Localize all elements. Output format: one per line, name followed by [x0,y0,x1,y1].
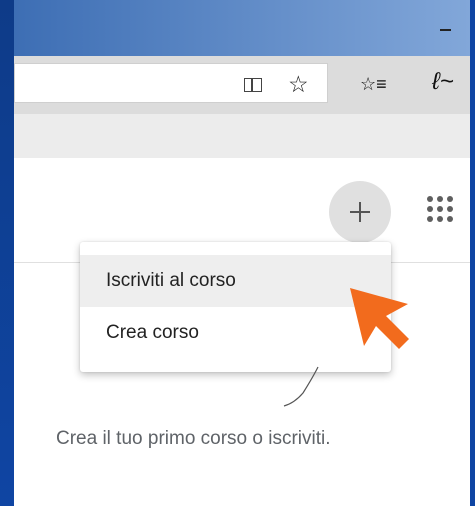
pen-icon[interactable]: ℓ~ [432,67,454,97]
apps-dot [427,216,433,222]
apps-dot [427,196,433,202]
empty-state-illustration [283,366,319,407]
minimize-icon [439,29,451,31]
reader-view-icon[interactable] [244,78,262,92]
menu-item-label: Crea corso [106,322,199,343]
apps-dot [447,216,453,222]
window-frame-right [470,0,475,506]
cursor-arrow-icon [350,288,409,349]
apps-dot [447,196,453,202]
star-icon[interactable]: ☆ [288,69,309,99]
window-frame-left [0,0,14,506]
apps-dot [427,206,433,212]
address-bar[interactable] [14,63,328,103]
apps-dot [437,196,443,202]
menu-item-label: Iscriviti al corso [106,270,236,291]
favorites-list-icon[interactable]: ☆≡ [360,73,387,95]
browser-toolbar [14,56,470,114]
minimize-button[interactable] [430,20,460,40]
apps-icon[interactable] [427,196,455,224]
apps-dot [437,216,443,222]
add-course-button[interactable] [329,181,391,243]
empty-state-message: Crea il tuo primo corso o iscriviti. [56,428,331,449]
title-bar [14,0,470,56]
favorites-bar [14,114,470,159]
apps-dot [437,206,443,212]
apps-dot [447,206,453,212]
